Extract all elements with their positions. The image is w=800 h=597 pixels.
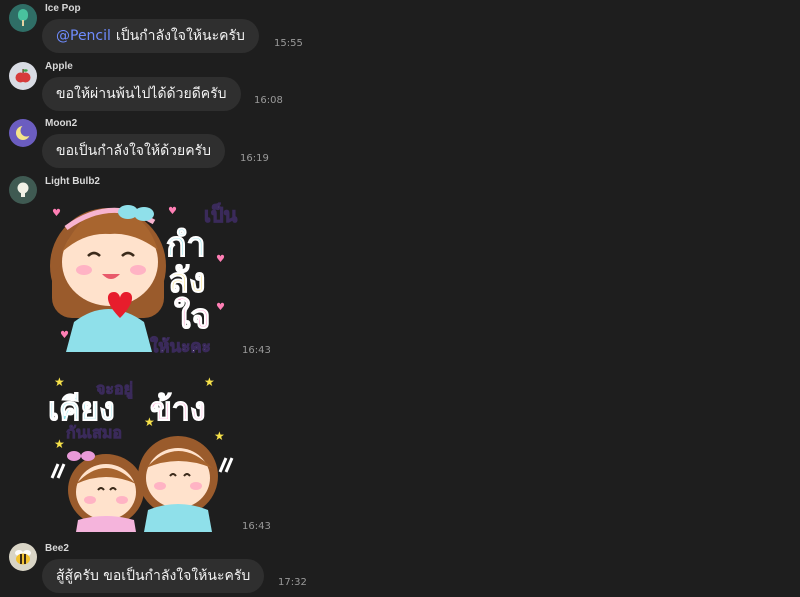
sticker-word: กันเสมอ [66, 423, 122, 442]
svg-text:♥: ♥ [216, 254, 225, 265]
avatar[interactable] [9, 62, 37, 90]
message-text: ขอให้ผ่านพ้นไปได้ด้วยดีครับ [56, 86, 227, 102]
timestamp: 16:08 [254, 95, 283, 106]
svg-text:♥: ♥ [168, 206, 177, 217]
timestamp: 17:32 [278, 577, 307, 588]
svg-text:♥: ♥ [216, 302, 225, 313]
timestamp: 16:43 [242, 521, 271, 532]
sticker-word: ข้าง [150, 390, 205, 428]
svg-text:★: ★ [54, 437, 65, 451]
sticker-word: ลัง [168, 261, 205, 301]
light-bulb-icon [17, 182, 29, 197]
svg-text:★: ★ [214, 429, 225, 443]
message-text: สู้สู้ครับ ขอเป็นกำลังใจให้นะครับ [56, 568, 251, 584]
girl-heart-illustration: ♥ ♥ ♥ ♥ ♥ เป็น กำ ลัง ใจ ให้นะคะ [50, 202, 238, 358]
svg-text:♥: ♥ [52, 208, 61, 219]
bee-icon [15, 550, 31, 565]
sticker-word: กำ [166, 225, 206, 265]
message-bubble[interactable]: @Pencil เป็นกำลังใจให้นะครับ [42, 19, 259, 53]
username: Light Bulb2 [45, 176, 100, 187]
mention-link[interactable]: @Pencil [56, 28, 111, 44]
sticker-word: เป็น [204, 202, 238, 227]
message-bubble[interactable]: สู้สู้ครับ ขอเป็นกำลังใจให้นะครับ [42, 559, 265, 593]
svg-text:♥: ♥ [60, 330, 69, 341]
message-bubble[interactable]: ขอเป็นกำลังใจให้ด้วยครับ [42, 134, 226, 168]
cheer-sticker[interactable]: ♥ ♥ ♥ ♥ ♥ เป็น กำ ลัง ใจ ให้นะคะ [44, 192, 240, 358]
timestamp: 16:43 [242, 345, 271, 356]
avatar[interactable] [9, 543, 37, 571]
two-girls-illustration: ★ ★ ★ ★ ★ จะอยู่ เคียง ข้าง กันเสมอ [48, 375, 234, 532]
popsicle-icon [18, 9, 28, 26]
username: Moon2 [45, 118, 78, 129]
username: Ice Pop [45, 3, 81, 14]
avatar[interactable] [9, 176, 37, 204]
username: Bee2 [45, 543, 69, 554]
timestamp: 15:55 [274, 38, 303, 49]
message-bubble[interactable]: ขอให้ผ่านพ้นไปได้ด้วยดีครับ [42, 77, 241, 111]
username: Apple [45, 61, 73, 72]
together-sticker[interactable]: ★ ★ ★ ★ ★ จะอยู่ เคียง ข้าง กันเสมอ [44, 372, 240, 534]
avatar[interactable] [9, 119, 37, 147]
timestamp: 16:19 [240, 153, 269, 164]
moon-icon [16, 124, 32, 140]
message-text: เป็นกำลังใจให้นะครับ [115, 28, 245, 44]
svg-text:★: ★ [54, 375, 65, 389]
apple-icon [15, 69, 31, 83]
sticker-word: ให้นะคะ [150, 336, 211, 357]
sticker-word: ใจ [174, 296, 211, 337]
message-text: ขอเป็นกำลังใจให้ด้วยครับ [56, 143, 212, 159]
svg-text:★: ★ [204, 375, 215, 389]
avatar[interactable] [9, 4, 37, 32]
